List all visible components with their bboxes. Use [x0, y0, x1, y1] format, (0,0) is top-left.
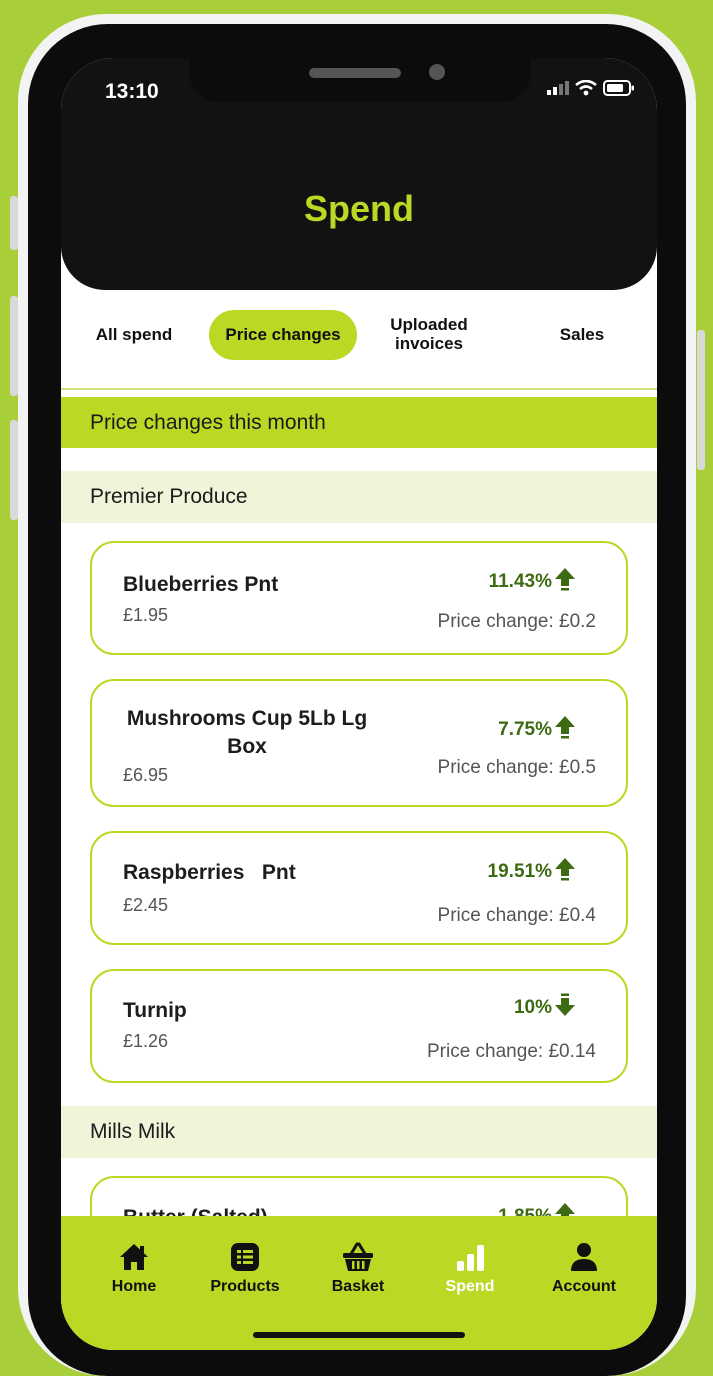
tab-divider	[61, 388, 657, 390]
price-change-card[interactable]: Raspberries Pnt £2.45 19.51% Price chang…	[90, 831, 628, 945]
page-title: Spend	[303, 188, 414, 229]
nav-home[interactable]: Home	[84, 1242, 184, 1296]
arrow-down-icon	[555, 993, 575, 1016]
tab-price-changes[interactable]: Price changes	[209, 310, 357, 360]
nav-label: Basket	[331, 1278, 385, 1295]
tab-all-spend[interactable]: All spend	[71, 310, 197, 360]
product-name: Turnip	[123, 999, 187, 1022]
signal-icon	[547, 81, 569, 95]
home-icon	[120, 1244, 148, 1270]
bottom-nav: Home Products Basket Spend Account	[61, 1216, 657, 1350]
phone-side-button	[10, 296, 18, 396]
arrow-up-icon	[555, 568, 575, 591]
section-title: Price changes this month	[61, 397, 657, 448]
phone-side-button	[10, 196, 18, 250]
notch	[189, 58, 531, 102]
product-name: Blueberries Pnt	[123, 573, 279, 596]
product-price: £2.45	[123, 895, 169, 915]
percent-change: 10%	[513, 997, 552, 1018]
phone-side-button	[697, 330, 705, 470]
arrow-up-icon	[555, 858, 575, 881]
wifi-icon	[575, 80, 597, 96]
speaker	[309, 68, 401, 78]
phone-side-button	[10, 420, 18, 520]
percent-change: 7.75%	[498, 719, 552, 740]
spend-icon	[457, 1245, 484, 1271]
nav-label: Home	[111, 1278, 157, 1295]
home-indicator	[253, 1332, 465, 1338]
supplier-header: Mills Milk	[61, 1106, 657, 1158]
battery-icon	[603, 80, 634, 96]
nav-account[interactable]: Account	[534, 1242, 634, 1296]
nav-label: Account	[552, 1278, 616, 1295]
products-icon	[231, 1243, 259, 1271]
nav-basket[interactable]: Basket	[308, 1242, 408, 1296]
nav-label: Spend	[445, 1278, 495, 1295]
product-price: £6.95	[123, 765, 169, 785]
product-price: £1.95	[123, 605, 169, 625]
percent-change: 19.51%	[487, 861, 552, 882]
status-time: 13:10	[105, 80, 159, 103]
price-change-card[interactable]: Blueberries Pnt £1.95 11.43% Price chang…	[90, 541, 628, 655]
nav-label: Products	[210, 1278, 280, 1295]
app-screen: 13:10 Spend All spend Price changes Uplo…	[61, 58, 657, 1350]
price-change-card[interactable]: Turnip £1.26 10% Price change: £0.14	[90, 969, 628, 1083]
product-name: Raspberries Pnt	[123, 861, 296, 884]
price-change-amount: Price change: £0.14	[426, 1041, 596, 1062]
product-price: £1.26	[123, 1031, 169, 1051]
tab-bar: All spend Price changes Uploaded invoice…	[61, 310, 657, 390]
product-name: Mushrooms Cup 5Lb Lg Box	[126, 707, 368, 758]
basket-icon	[343, 1242, 373, 1271]
camera	[429, 64, 445, 80]
price-change-card[interactable]: Mushrooms Cup 5Lb Lg Box £6.95 7.75% Pri…	[90, 679, 628, 807]
tab-sales[interactable]: Sales	[537, 310, 627, 360]
status-icons	[547, 80, 635, 96]
price-change-amount: Price change: £0.4	[437, 905, 596, 926]
percent-change: 11.43%	[488, 571, 552, 592]
app-header: 13:10 Spend	[61, 58, 657, 290]
nav-spend[interactable]: Spend	[420, 1242, 520, 1296]
account-icon	[571, 1243, 597, 1271]
tab-uploaded-invoices[interactable]: Uploaded invoices	[377, 310, 481, 360]
supplier-header: Premier Produce	[61, 471, 657, 523]
nav-products[interactable]: Products	[195, 1242, 295, 1296]
price-change-amount: Price change: £0.2	[437, 611, 596, 632]
arrow-up-icon	[555, 716, 575, 739]
price-change-amount: Price change: £0.5	[437, 757, 596, 778]
